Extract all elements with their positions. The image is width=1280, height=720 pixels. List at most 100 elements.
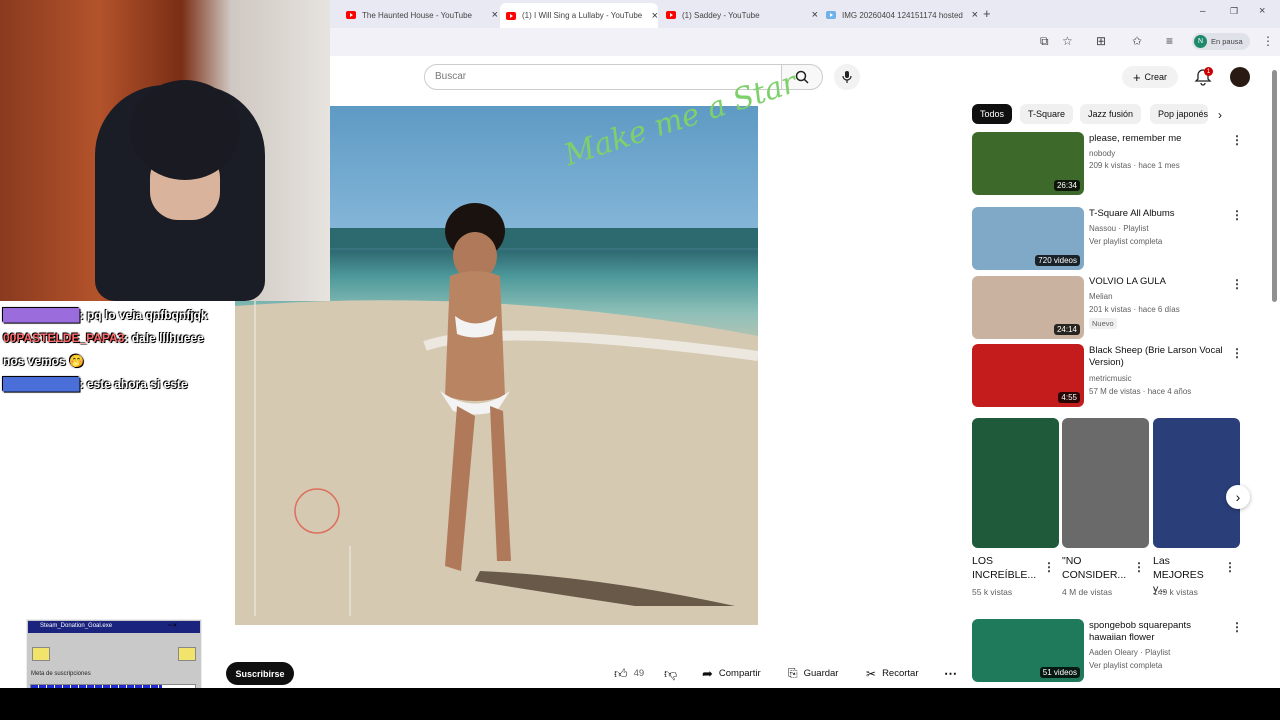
playlist-title[interactable]: T-Square All Albums bbox=[1089, 208, 1229, 220]
channel-name[interactable]: metricmusic bbox=[1089, 372, 1132, 385]
short-title[interactable]: LOS INCREÍBLE... bbox=[972, 554, 1036, 582]
chat-username: 00PASTELDE_PAPA3 bbox=[3, 331, 125, 345]
save-button[interactable]: ⎘ Guardar bbox=[780, 662, 846, 685]
more-actions-button[interactable]: ⋯ bbox=[936, 662, 965, 685]
thumbs-down-icon: 👎︎ bbox=[664, 665, 678, 681]
channel-name[interactable]: Aaden Oleary · Playlist bbox=[1089, 646, 1170, 659]
chat-text: este ahora si este bbox=[86, 377, 188, 391]
subscribe-button[interactable]: Suscribirse bbox=[226, 662, 294, 685]
account-avatar[interactable] bbox=[1230, 67, 1250, 87]
video-thumbnail[interactable]: 24:14 bbox=[972, 276, 1084, 339]
bookmark-icon: ⎘ bbox=[788, 666, 798, 680]
more-vertical-icon[interactable]: ⋮ bbox=[1224, 560, 1236, 574]
channel-name[interactable]: Nassou · Playlist bbox=[1089, 222, 1149, 235]
chip[interactable]: Jazz fusión bbox=[1080, 104, 1142, 124]
browser-menu-icon[interactable]: ⋮ bbox=[1262, 34, 1274, 48]
create-button[interactable]: + Crear bbox=[1122, 66, 1178, 88]
video-meta: 201 k vistas · hace 6 días bbox=[1089, 305, 1180, 314]
duration-badge: 24:14 bbox=[1053, 324, 1080, 335]
chat-text: dale lllhueee bbox=[131, 331, 204, 345]
reading-list-icon[interactable]: ≡ bbox=[1166, 34, 1173, 48]
more-vertical-icon[interactable]: ⋮ bbox=[1043, 560, 1055, 574]
short-views: 55 k vistas bbox=[972, 587, 1013, 597]
more-vertical-icon[interactable]: ⋮ bbox=[1231, 133, 1243, 147]
browser-tab-active[interactable]: (1) I Will Sing a Lullaby - YouTube × bbox=[500, 3, 658, 28]
restore-icon[interactable]: ❐ bbox=[1230, 6, 1238, 17]
more-vertical-icon[interactable]: ⋮ bbox=[1231, 277, 1243, 291]
chat-text: nos vemos 🤭 bbox=[3, 354, 84, 368]
extensions-icon[interactable]: ⊞ bbox=[1096, 34, 1106, 48]
minimize-icon[interactable]: – bbox=[1200, 6, 1206, 17]
like-button[interactable]: 👍︎ 49 bbox=[606, 662, 652, 685]
more-vertical-icon[interactable]: ⋮ bbox=[1133, 560, 1145, 574]
new-tab-icon[interactable]: + bbox=[983, 6, 991, 21]
short-thumbnail[interactable] bbox=[972, 418, 1059, 548]
youtube-favicon-icon bbox=[506, 11, 516, 20]
video-thumbnail[interactable]: 26:34 bbox=[972, 132, 1084, 195]
video-meta: 57 M de vistas · hace 4 años bbox=[1089, 387, 1192, 396]
folder-icon bbox=[32, 647, 50, 661]
video-count-badge: 51 videos bbox=[1039, 667, 1080, 678]
profile-status: En pausa bbox=[1211, 37, 1243, 46]
view-full-playlist-link[interactable]: Ver playlist completa bbox=[1089, 659, 1162, 672]
short-title[interactable]: "NO CONSIDER... bbox=[1062, 554, 1126, 582]
tab-close-icon[interactable]: × bbox=[972, 9, 978, 21]
playlist-title[interactable]: spongebob squarepants hawaiian flower bbox=[1089, 620, 1209, 644]
chat-message: █████████: pq lo veia qnfbqnfjqk bbox=[3, 308, 208, 322]
like-count: 49 bbox=[633, 668, 645, 679]
playlist-thumbnail[interactable]: 720 videos bbox=[972, 207, 1084, 270]
share-button[interactable]: ➦ Compartir bbox=[694, 662, 769, 685]
profile-avatar: N bbox=[1194, 35, 1207, 48]
chat-username: █████████ bbox=[3, 377, 80, 391]
shorts-next-chevron-icon[interactable]: › bbox=[1226, 485, 1250, 509]
video-thumbnail[interactable]: 4:55 bbox=[972, 344, 1084, 407]
short-thumbnail[interactable] bbox=[1062, 418, 1149, 548]
close-window-icon[interactable]: × bbox=[1259, 5, 1265, 17]
profile-button[interactable]: N En pausa bbox=[1192, 33, 1250, 50]
install-app-icon[interactable]: ⧉ bbox=[1040, 34, 1049, 49]
tab-close-icon[interactable]: × bbox=[492, 9, 498, 21]
chip[interactable]: Pop japonés bbox=[1150, 104, 1208, 124]
save-label: Guardar bbox=[803, 668, 839, 679]
dislike-button[interactable]: 👎︎ bbox=[656, 662, 685, 685]
chat-username: █████████ bbox=[3, 308, 80, 322]
chip-all[interactable]: Todos bbox=[972, 104, 1013, 124]
voice-search-button[interactable] bbox=[834, 64, 860, 90]
browser-tab[interactable]: The Haunted House - YouTube × bbox=[340, 5, 498, 25]
bookmark-star-icon[interactable]: ☆ bbox=[1062, 34, 1073, 48]
share-icon: ➦ bbox=[702, 665, 713, 681]
video-title[interactable]: please, remember me bbox=[1089, 133, 1229, 145]
view-full-playlist-link[interactable]: Ver playlist completa bbox=[1089, 235, 1162, 248]
scissors-icon: ✂ bbox=[866, 666, 877, 681]
chat-message: nos vemos 🤭 bbox=[3, 354, 84, 368]
short-thumbnail[interactable] bbox=[1153, 418, 1240, 548]
tab-title: (1) Saddey - YouTube bbox=[682, 10, 760, 20]
image-favicon-icon bbox=[826, 11, 836, 19]
scrollbar-thumb[interactable] bbox=[1272, 70, 1277, 302]
browser-tab[interactable]: (1) Saddey - YouTube × bbox=[660, 5, 818, 25]
more-vertical-icon[interactable]: ⋮ bbox=[1231, 208, 1243, 222]
video-title[interactable]: Black Sheep (Brie Larson Vocal Version) bbox=[1089, 345, 1229, 369]
playlist-thumbnail[interactable]: 51 videos bbox=[972, 619, 1084, 682]
tab-close-icon[interactable]: × bbox=[652, 10, 658, 22]
streamer-hair bbox=[130, 80, 240, 180]
more-vertical-icon[interactable]: ⋮ bbox=[1231, 620, 1243, 634]
channel-name[interactable]: Melian bbox=[1089, 290, 1113, 303]
more-horizontal-icon: ⋯ bbox=[944, 665, 957, 681]
browser-tab[interactable]: IMG 20260404 124151174 hosted × bbox=[820, 5, 978, 25]
chevron-right-icon[interactable]: › bbox=[1218, 108, 1222, 122]
create-label: Crear bbox=[1144, 72, 1168, 82]
video-meta: 209 k vistas · hace 1 mes bbox=[1089, 161, 1180, 170]
bookmarks-icon[interactable]: ✩ bbox=[1132, 34, 1142, 48]
clip-button[interactable]: ✂ Recortar bbox=[858, 662, 927, 685]
chat-text: pq lo veia qnfbqnfjqk bbox=[86, 308, 208, 322]
chat-message: █████████: este ahora si este bbox=[3, 377, 188, 391]
chip[interactable]: T-Square bbox=[1020, 104, 1074, 124]
more-vertical-icon[interactable]: ⋮ bbox=[1231, 346, 1243, 360]
duration-badge: 4:55 bbox=[1058, 392, 1080, 403]
short-views: 149 k vistas bbox=[1153, 587, 1198, 597]
duration-badge: 26:34 bbox=[1053, 180, 1080, 191]
video-count-badge: 720 videos bbox=[1035, 255, 1080, 266]
video-title[interactable]: VOLVIO LA GULA bbox=[1089, 276, 1229, 288]
tab-close-icon[interactable]: × bbox=[812, 9, 818, 21]
